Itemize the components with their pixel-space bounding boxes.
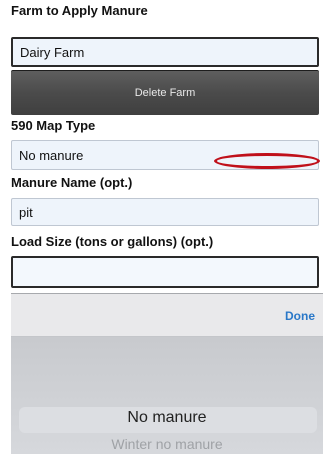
load-size-label: Load Size (tons or gallons) (opt.)	[11, 234, 214, 249]
delete-farm-button[interactable]: Delete Farm	[11, 70, 319, 115]
farm-select-value: Dairy Farm	[20, 44, 85, 60]
map-type-label: 590 Map Type	[11, 118, 96, 133]
highlight-oval	[214, 153, 320, 169]
picker-option-selected[interactable]: No manure	[11, 409, 323, 427]
manure-name-input[interactable]: pit	[11, 198, 319, 226]
manure-name-value: pit	[19, 204, 33, 220]
map-type-value: No manure	[19, 147, 84, 163]
done-button[interactable]: Done	[285, 309, 315, 323]
manure-name-label: Manure Name (opt.)	[11, 175, 133, 190]
farm-label: Farm to Apply Manure	[11, 3, 148, 18]
farm-select[interactable]: Dairy Farm	[11, 37, 319, 67]
picker-sheet: Done No manure Winter no manure	[11, 293, 323, 454]
load-size-input[interactable]	[11, 256, 319, 288]
picker-wheel[interactable]: No manure Winter no manure	[11, 337, 323, 454]
picker-toolbar: Done	[11, 294, 323, 337]
picker-option-next[interactable]: Winter no manure	[11, 436, 323, 454]
